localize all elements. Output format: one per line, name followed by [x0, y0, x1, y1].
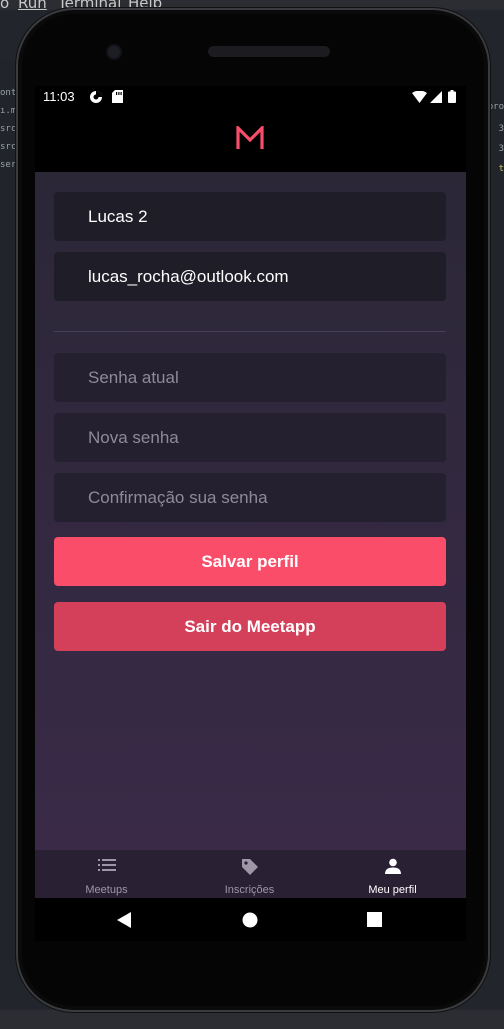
- current-password-field[interactable]: Senha atual: [54, 353, 446, 402]
- list-icon: [35, 858, 178, 876]
- confirm-password-field[interactable]: Confirmação sua senha: [54, 473, 446, 522]
- tab-meetups[interactable]: Meetups: [35, 850, 178, 898]
- status-bar: 11:03: [35, 86, 466, 108]
- ide-snippet: ı.m: [0, 106, 17, 116]
- app-header: M: [35, 108, 466, 172]
- new-password-field[interactable]: Nova senha: [54, 413, 446, 462]
- ide-left-panel: ont ı.m src/ src/ ser: [0, 60, 22, 960]
- tab-label: Inscrições: [224, 884, 275, 896]
- person-icon: [321, 858, 464, 876]
- android-nav-bar: [35, 898, 466, 941]
- sd-card-icon: [112, 90, 123, 108]
- data-saver-icon: [89, 90, 103, 109]
- battery-icon: [448, 90, 456, 108]
- signal-icon: [430, 90, 442, 108]
- status-time: 11:03: [43, 89, 75, 104]
- profile-form: Lucas 2 lucas_rocha@outlook.com Senha at…: [35, 172, 466, 850]
- form-divider: [54, 331, 446, 332]
- ide-bottom-bar: [0, 1010, 504, 1029]
- tab-meu-perfil[interactable]: Meu perfil: [321, 850, 464, 898]
- ide-snippet: 3: [498, 144, 504, 154]
- recents-icon[interactable]: [367, 912, 382, 932]
- ide-snippet: ont: [0, 88, 17, 98]
- logout-button[interactable]: Sair do Meetapp: [54, 602, 446, 651]
- ide-menu-item[interactable]: o: [0, 0, 9, 12]
- tab-inscricoes[interactable]: Inscrições: [178, 850, 321, 898]
- home-icon[interactable]: [242, 912, 258, 933]
- front-camera: [108, 46, 120, 58]
- ide-menu-run[interactable]: Run: [18, 0, 47, 12]
- email-field[interactable]: lucas_rocha@outlook.com: [54, 252, 446, 301]
- ide-snippet: t: [498, 164, 504, 174]
- ide-snippet: ser: [0, 160, 17, 170]
- save-profile-button[interactable]: Salvar perfil: [54, 537, 446, 586]
- wifi-icon: [412, 90, 427, 108]
- meetapp-logo: M: [236, 124, 264, 155]
- back-icon[interactable]: [117, 912, 131, 933]
- tab-label: Meetups: [85, 884, 128, 896]
- earpiece-speaker: [208, 46, 330, 57]
- name-field[interactable]: Lucas 2: [54, 192, 446, 241]
- ide-snippet: 3: [498, 124, 504, 134]
- tab-label: Meu perfil: [368, 884, 417, 896]
- phone-screen: 11:03 M Lucas 2 lucas_rocha@outlook.com: [35, 86, 466, 941]
- bottom-tab-bar: Meetups Inscrições Meu perfil: [35, 850, 466, 898]
- tag-icon: [178, 858, 321, 876]
